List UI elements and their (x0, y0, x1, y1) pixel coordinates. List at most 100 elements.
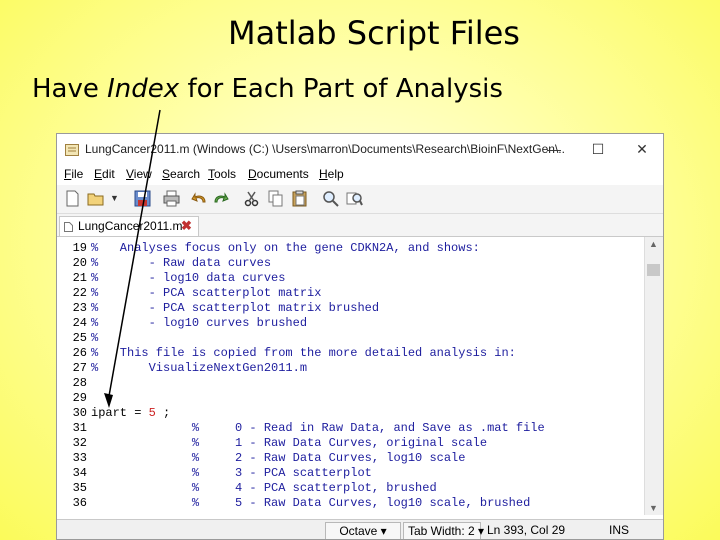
menu-documents[interactable]: Documents (248, 167, 309, 181)
code-line[interactable]: 30 ipart = 5 ; (57, 406, 643, 421)
slide-title: Matlab Script Files (228, 14, 520, 52)
scroll-up-icon[interactable]: ▲ (649, 239, 658, 249)
code-line[interactable]: 23 % - PCA scatterplot matrix brushed (57, 301, 643, 316)
line-number: 25 (72, 331, 87, 345)
line-number: 33 (72, 451, 87, 465)
title-bar[interactable]: LungCancer2011.m (Windows (C:) \Users\ma… (57, 134, 663, 164)
line-number: 24 (72, 316, 87, 330)
line-code: % - Raw data curves (91, 256, 271, 271)
paste-icon[interactable] (291, 190, 308, 207)
scroll-thumb[interactable] (647, 264, 660, 276)
code-token: 5 (148, 406, 156, 420)
insert-mode: INS (609, 523, 630, 537)
menu-view[interactable]: View (126, 167, 152, 181)
menu-help[interactable]: Help (319, 167, 344, 181)
line-code: % - PCA scatterplot matrix (91, 286, 321, 301)
notepad-icon (65, 144, 79, 156)
code-line[interactable]: 22 % - PCA scatterplot matrix (57, 286, 643, 301)
toolbar: ▼ (57, 185, 663, 214)
code-line[interactable]: 29 (57, 391, 643, 406)
menu-edit[interactable]: Edit (94, 167, 115, 181)
new-file-icon[interactable] (64, 190, 81, 207)
slide-subtitle: Have Index for Each Part of Analysis (32, 74, 503, 104)
line-number: 27 (72, 361, 87, 375)
copy-icon[interactable] (267, 190, 284, 207)
minimize-button[interactable]: — (539, 138, 569, 160)
status-bar: Octave ▾ Tab Width: 2 ▾ Ln 393, Col 29 I… (57, 519, 663, 539)
line-number: 29 (72, 391, 87, 405)
code-line[interactable]: 27 % VisualizeNextGen2011.m (57, 361, 643, 376)
code-line[interactable]: 21 % - log10 data curves (57, 271, 643, 286)
line-code: % Analyses focus only on the gene CDKN2A… (91, 241, 480, 256)
undo-icon[interactable] (191, 190, 208, 207)
line-code: % 4 - PCA scatterplot, brushed (91, 481, 437, 496)
line-number: 26 (72, 346, 87, 360)
line-code: % - PCA scatterplot matrix brushed (91, 301, 379, 316)
code-token: % - Raw data curves (91, 256, 272, 270)
editor-window: LungCancer2011.m (Windows (C:) \Users\ma… (56, 133, 664, 540)
line-number: 20 (72, 256, 87, 270)
code-token: % 0 - Read in Raw Data, and Save as .mat… (91, 421, 545, 435)
menu-search[interactable]: Search (162, 167, 200, 181)
print-icon[interactable] (163, 190, 180, 207)
scroll-down-icon[interactable]: ▼ (649, 503, 658, 513)
code-line[interactable]: 26 % This file is copied from the more de… (57, 346, 643, 361)
line-code: % (91, 331, 98, 346)
code-token: % - PCA scatterplot matrix brushed (91, 301, 380, 315)
code-line[interactable]: 19 % Analyses focus only on the gene CDKN… (57, 241, 643, 256)
save-icon[interactable] (134, 190, 151, 207)
code-token: % VisualizeNextGen2011.m (91, 361, 308, 375)
code-token: % - PCA scatterplot matrix (91, 286, 322, 300)
line-code: ipart = 5 ; (91, 406, 170, 421)
code-line[interactable]: 28 (57, 376, 643, 391)
maximize-button[interactable]: ☐ (583, 138, 613, 160)
line-number: 36 (72, 496, 87, 510)
line-number: 30 (72, 406, 87, 420)
vertical-scrollbar[interactable]: ▲ ▼ (644, 237, 663, 515)
line-code: % VisualizeNextGen2011.m (91, 361, 307, 376)
menu-file[interactable]: File (64, 167, 83, 181)
code-line[interactable]: 25% (57, 331, 643, 346)
line-number: 31 (72, 421, 87, 435)
code-token: % Analyses focus only on the gene CDKN2A… (91, 241, 480, 255)
code-line[interactable]: 24 % - log10 curves brushed (57, 316, 643, 331)
redo-icon[interactable] (212, 190, 229, 207)
code-line[interactable]: 20 % - Raw data curves (57, 256, 643, 271)
tab-width-selector[interactable]: Tab Width: 2 ▾ (403, 522, 484, 539)
code-line[interactable]: 34 % 3 - PCA scatterplot (57, 466, 643, 481)
code-token: % - log10 data curves (91, 271, 286, 285)
code-token: % - log10 curves brushed (91, 316, 308, 330)
code-token: % 5 - Raw Data Curves, log10 scale, brus… (91, 496, 531, 510)
line-number: 23 (72, 301, 87, 315)
file-icon (64, 222, 73, 232)
code-token: % 1 - Raw Data Curves, original scale (91, 436, 488, 450)
line-number: 28 (72, 376, 87, 390)
code-line[interactable]: 32 % 1 - Raw Data Curves, original scale (57, 436, 643, 451)
subtitle-italic: Index (107, 74, 180, 104)
dropdown-arrow-icon[interactable]: ▼ (110, 190, 127, 207)
code-line[interactable]: 35 % 4 - PCA scatterplot, brushed (57, 481, 643, 496)
tab-label: LungCancer2011.m (78, 219, 183, 233)
replace-icon[interactable] (346, 190, 363, 207)
cut-icon[interactable] (243, 190, 260, 207)
code-editor[interactable]: 19 % Analyses focus only on the gene CDKN… (57, 237, 643, 515)
find-icon[interactable] (322, 190, 339, 207)
code-token: ; (155, 406, 171, 420)
line-number: 21 (72, 271, 87, 285)
line-code: % 5 - Raw Data Curves, log10 scale, brus… (91, 496, 530, 511)
code-line[interactable]: 33 % 2 - Raw Data Curves, log10 scale (57, 451, 643, 466)
line-number: 22 (72, 286, 87, 300)
code-line[interactable]: 36 % 5 - Raw Data Curves, log10 scale, b… (57, 496, 643, 511)
subtitle-post: for Each Part of Analysis (179, 74, 503, 104)
close-button[interactable]: ✕ (627, 138, 657, 160)
tab-bar: LungCancer2011.m ✖ (57, 214, 663, 237)
code-token: % This file is copied from the more deta… (91, 346, 516, 360)
line-code: % This file is copied from the more deta… (91, 346, 516, 361)
tab-close-icon[interactable]: ✖ (181, 218, 192, 234)
menu-tools[interactable]: Tools (208, 167, 236, 181)
language-selector[interactable]: Octave ▾ (325, 522, 401, 539)
open-folder-icon[interactable] (87, 190, 104, 207)
tab-lungcancer2011[interactable]: LungCancer2011.m ✖ (59, 216, 199, 236)
line-code: % - log10 data curves (91, 271, 285, 286)
code-line[interactable]: 31 % 0 - Read in Raw Data, and Save as .… (57, 421, 643, 436)
